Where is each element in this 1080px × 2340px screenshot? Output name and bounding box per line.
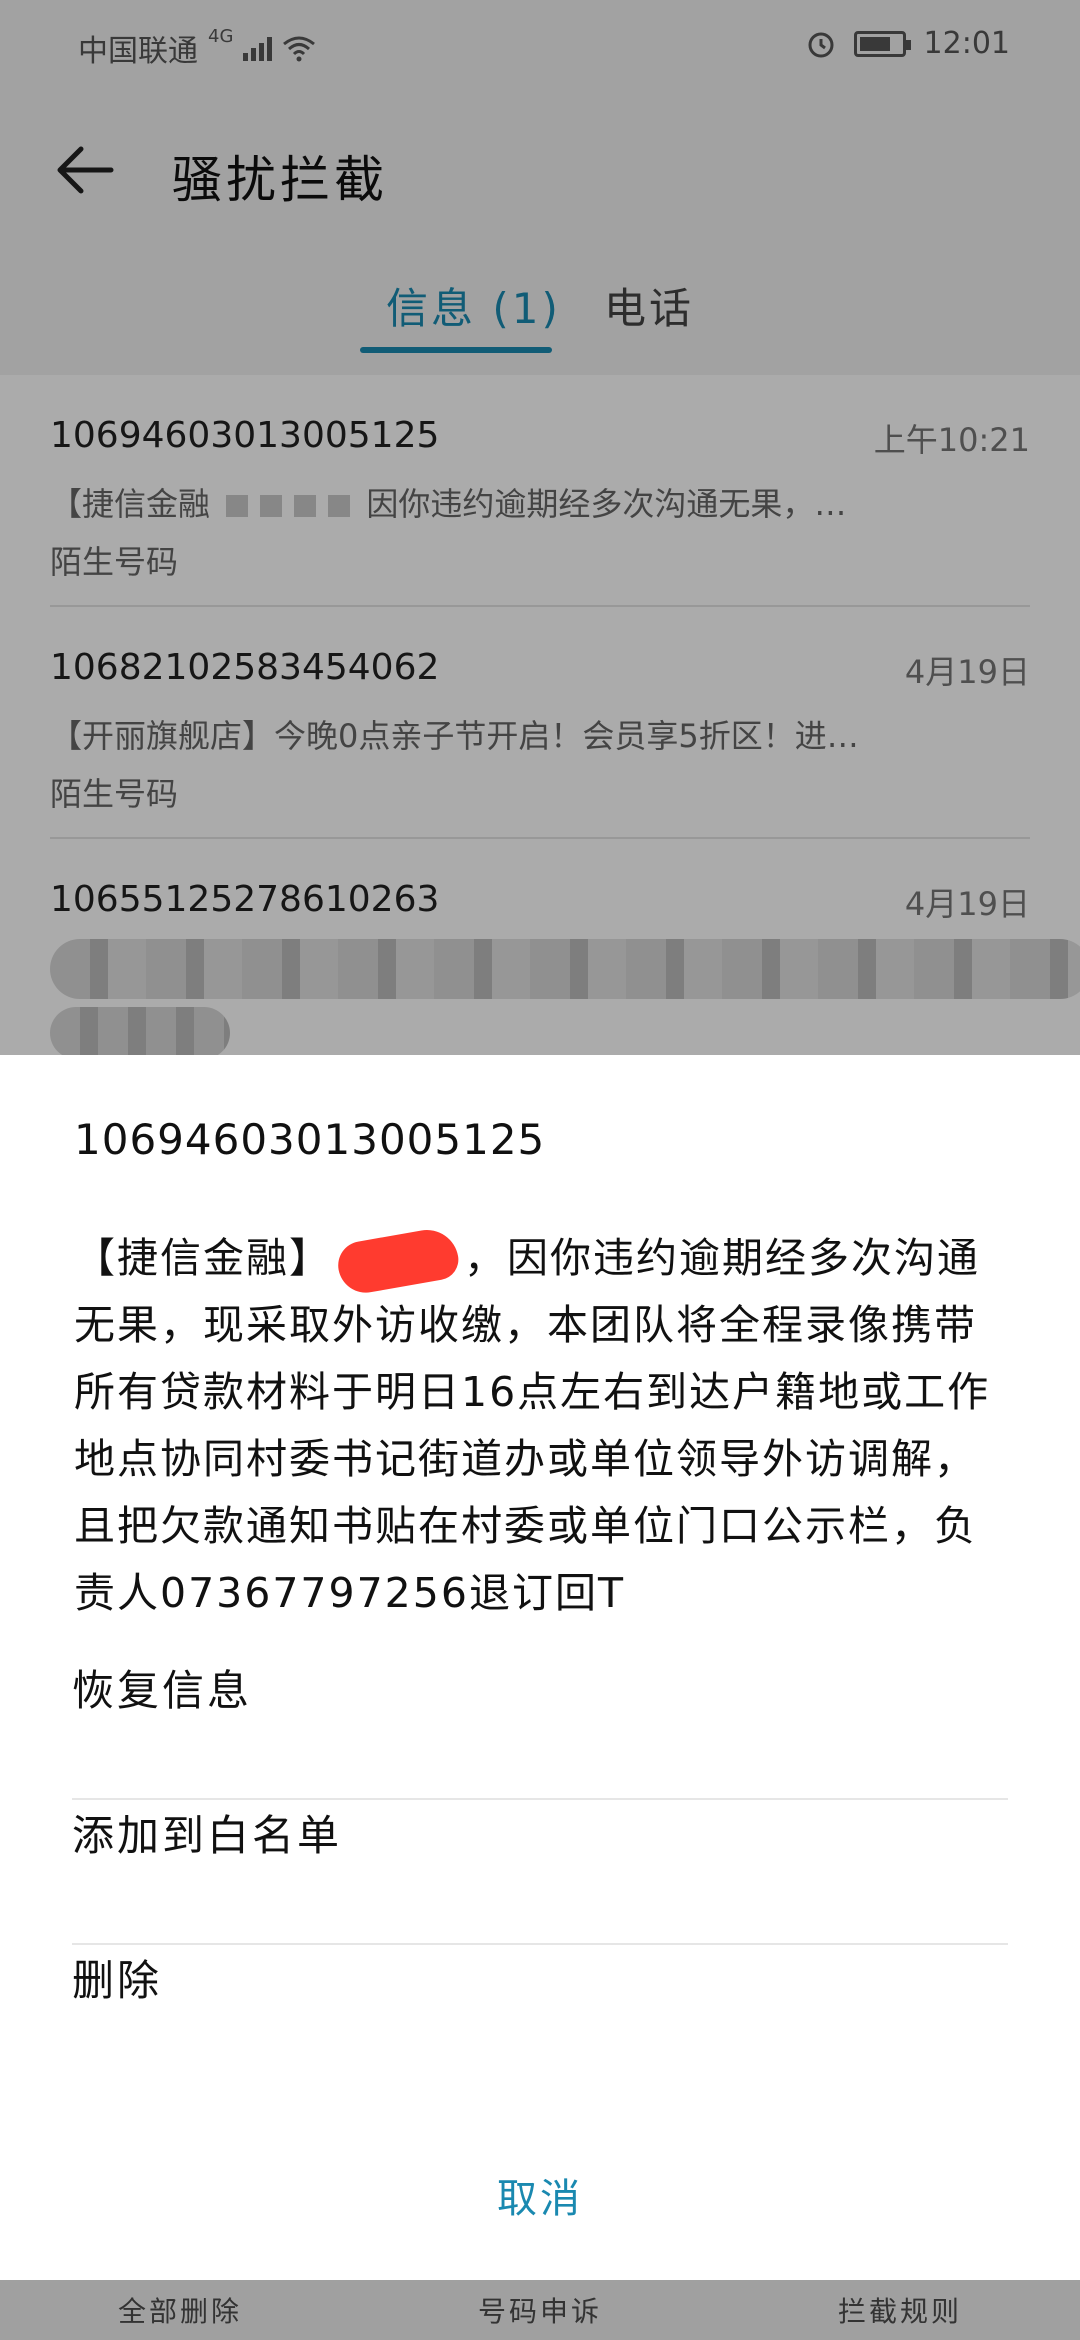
cancel-button[interactable]: 取消 <box>390 2150 690 2240</box>
delete-button[interactable]: 删除 <box>72 1905 1008 2050</box>
background-page: 中国联通 4G 12:01 骚扰拦截 信息 (1) 电话 10694603013… <box>0 0 1080 1060</box>
add-to-whitelist-button[interactable]: 添加到白名单 <box>72 1760 1008 1905</box>
delete-all-button[interactable]: 全部删除 <box>0 2280 360 2340</box>
message-body-text: ，因你违约逾期经多次沟通无果，现采取外访收缴，本团队将全程录像携带所有贷款材料于… <box>74 1234 991 1617</box>
number-appeal-button[interactable]: 号码申诉 <box>360 2280 720 2340</box>
message-body-prefix: 【捷信金融】 <box>74 1234 332 1282</box>
message-body: 【捷信金融】 ，因你违约逾期经多次沟通无果，现采取外访收缴，本团队将全程录像携带所… <box>74 1224 1014 1627</box>
restore-message-button[interactable]: 恢复信息 <box>72 1615 1008 1760</box>
block-rules-button[interactable]: 拦截规则 <box>720 2280 1080 2340</box>
bottom-toolbar: 全部删除 号码申诉 拦截规则 <box>0 2280 1080 2340</box>
sheet-sender-number: 10694603013005125 <box>74 1115 546 1164</box>
dim-overlay[interactable] <box>0 0 1080 1060</box>
redaction-scribble <box>334 1224 462 1298</box>
